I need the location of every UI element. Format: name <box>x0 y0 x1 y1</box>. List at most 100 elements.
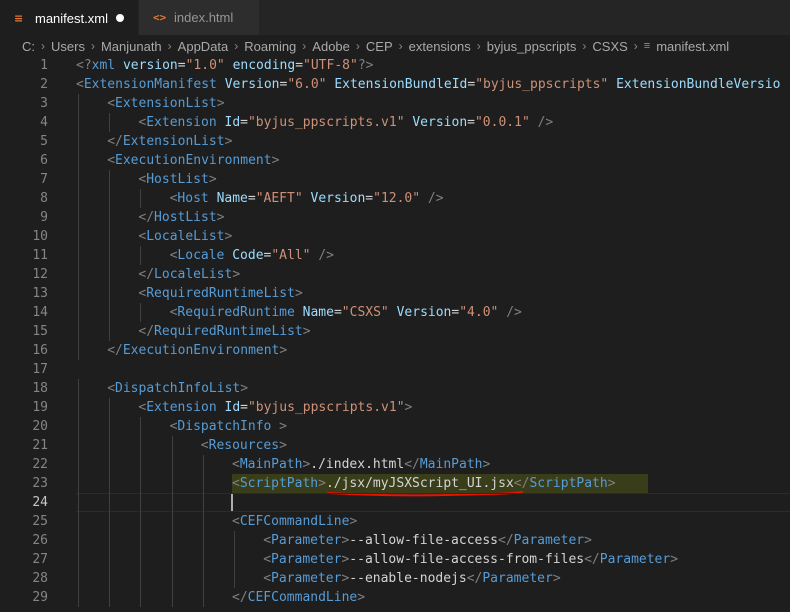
code-token: ExtensionManifest <box>83 77 217 92</box>
breadcrumb-segment[interactable]: manifest.xml <box>656 39 729 54</box>
code-line[interactable]: 11 <Locale Code="All" /> <box>0 246 790 265</box>
line-code: <Host Name="AEFT" Version="12.0" /> <box>170 189 444 208</box>
code-token: </ <box>513 476 530 491</box>
tab-manifest-xml[interactable]: ≡ manifest.xml <box>0 0 138 35</box>
code-line[interactable]: 10 <LocaleList> <box>0 227 790 246</box>
code-line[interactable]: 28 <Parameter>--enable-nodejs</Parameter> <box>0 569 790 588</box>
code-line[interactable]: 7 <HostList> <box>0 170 790 189</box>
breadcrumb-segment[interactable]: extensions <box>409 39 471 54</box>
indent-guide <box>140 569 142 588</box>
code-line[interactable]: 16 </ExecutionEnvironment> <box>0 341 790 360</box>
code-line[interactable]: 14 <RequiredRuntime Name="CSXS" Version="… <box>0 303 790 322</box>
indent-guide <box>202 455 204 474</box>
code-token: < <box>200 438 209 453</box>
breadcrumb-segment[interactable]: AppData <box>178 39 229 54</box>
line-code: <Parameter>--allow-file-access</Paramete… <box>263 531 592 550</box>
code-token: "4.0" <box>459 305 499 320</box>
code-line[interactable]: 13 <RequiredRuntimeList> <box>0 284 790 303</box>
breadcrumb-segment[interactable]: Users <box>51 39 85 54</box>
indent-guide <box>140 303 142 322</box>
breadcrumb-segment[interactable]: CEP <box>366 39 393 54</box>
code-line[interactable]: 2 <ExtensionManifest Version="6.0" Extens… <box>0 75 790 94</box>
code-token: CEFCommandLine <box>239 514 350 529</box>
code-line[interactable]: 23 <ScriptPath>./jsx/myJSXScript_UI.jsx</… <box>0 474 790 497</box>
code-line[interactable]: 3 <ExtensionList> <box>0 94 790 113</box>
tab-label: index.html <box>174 10 234 25</box>
code-line[interactable]: 25 <CEFCommandLine> <box>0 512 790 531</box>
code-token: > <box>670 552 679 567</box>
code-line[interactable]: 19 <Extension Id="byjus_ppscripts.v1"> <box>0 398 790 417</box>
code-token: ExtensionList <box>122 134 225 149</box>
code-token: --enable-nodejs <box>349 571 467 586</box>
indent-guide <box>78 512 79 531</box>
breadcrumb-segment[interactable]: C: <box>22 39 35 54</box>
code-line[interactable]: 1 <?xml version="1.0" encoding="UTF-8"?> <box>0 56 790 75</box>
line-number: 11 <box>32 248 48 263</box>
code-line[interactable]: 21 <Resources> <box>0 436 790 455</box>
code-token: > <box>240 381 249 396</box>
indent-guide <box>171 569 173 588</box>
code-line[interactable]: 27 <Parameter>--allow-file-access-from-fi… <box>0 550 790 569</box>
code-token: ?> <box>357 58 374 73</box>
code-line[interactable]: 29 </CEFCommandLine> <box>0 588 790 607</box>
indent-guide <box>202 569 204 588</box>
breadcrumb-segment[interactable]: CSXS <box>592 39 627 54</box>
code-line[interactable]: 5 </ExtensionList> <box>0 132 790 151</box>
tab-index-html[interactable]: <> index.html <box>139 0 259 35</box>
line-code: <Resources> <box>201 436 287 455</box>
line-number: 9 <box>40 210 48 225</box>
indent-guide <box>109 588 111 607</box>
breadcrumb-segment[interactable]: Roaming <box>244 39 296 54</box>
unsaved-dot-icon[interactable] <box>116 14 124 22</box>
code-line[interactable]: 12 </LocaleList> <box>0 265 790 284</box>
indent-guide <box>109 208 111 227</box>
code-line[interactable]: 17 <box>0 360 790 379</box>
code-line[interactable]: 22 <MainPath>./index.html</MainPath> <box>0 455 790 474</box>
tab-label: manifest.xml <box>35 10 108 26</box>
line-number: 22 <box>32 457 48 472</box>
code-token: "byjus_ppscripts.v1" <box>247 115 405 130</box>
line-code: <DispatchInfo > <box>170 417 287 436</box>
code-token: /> <box>537 115 554 130</box>
indent-guide <box>202 531 204 550</box>
chevron-right-icon: › <box>167 39 172 53</box>
chevron-right-icon: › <box>633 39 638 53</box>
code-token: Version <box>224 77 280 92</box>
indent-guide <box>140 512 142 531</box>
code-editor[interactable]: 1 <?xml version="1.0" encoding="UTF-8"?> 2… <box>0 56 790 612</box>
indent-guide <box>171 588 173 607</box>
code-line[interactable]: 18 <DispatchInfoList> <box>0 379 790 398</box>
line-number: 24 <box>32 495 48 510</box>
code-token: < <box>263 552 272 567</box>
indent-guide <box>78 113 79 132</box>
code-token: Parameter <box>482 571 553 586</box>
code-line[interactable]: 26 <Parameter>--allow-file-access</Parame… <box>0 531 790 550</box>
code-line[interactable]: 4 <Extension Id="byjus_ppscripts.v1" Vers… <box>0 113 790 132</box>
code-token: Code <box>232 248 264 263</box>
code-line[interactable]: 9 </HostList> <box>0 208 790 227</box>
rss-icon: ≡ <box>643 40 651 52</box>
breadcrumb-segment[interactable]: Manjunath <box>101 39 162 54</box>
indent-guide <box>78 531 79 550</box>
code-line[interactable]: 8 <Host Name="AEFT" Version="12.0" /> <box>0 189 790 208</box>
breadcrumb-segment[interactable]: byjus_ppscripts <box>487 39 577 54</box>
code-token: </ <box>107 343 123 358</box>
code-token: MainPath <box>419 457 483 472</box>
code-token: "byjus_ppscripts" <box>475 77 609 92</box>
code-token: < <box>107 381 116 396</box>
line-code: <MainPath>./index.html</MainPath> <box>232 455 490 474</box>
line-number: 2 <box>40 77 48 92</box>
breadcrumb-segment[interactable]: Adobe <box>312 39 350 54</box>
code-line[interactable]: 20 <DispatchInfo > <box>0 417 790 436</box>
indent-guide <box>109 436 111 455</box>
code-token: = <box>333 305 342 320</box>
code-line[interactable]: 15 </RequiredRuntimeList> <box>0 322 790 341</box>
indent-guide <box>140 436 142 455</box>
line-code: <ExtensionManifest Version="6.0" Extensi… <box>76 75 780 94</box>
line-code: <Extension Id="byjus_ppscripts.v1" Versi… <box>138 113 553 132</box>
code-token: = <box>247 191 256 206</box>
code-line[interactable]: 24 <box>0 493 790 512</box>
code-line[interactable]: 6 <ExecutionEnvironment> <box>0 151 790 170</box>
code-token: </ <box>107 134 123 149</box>
